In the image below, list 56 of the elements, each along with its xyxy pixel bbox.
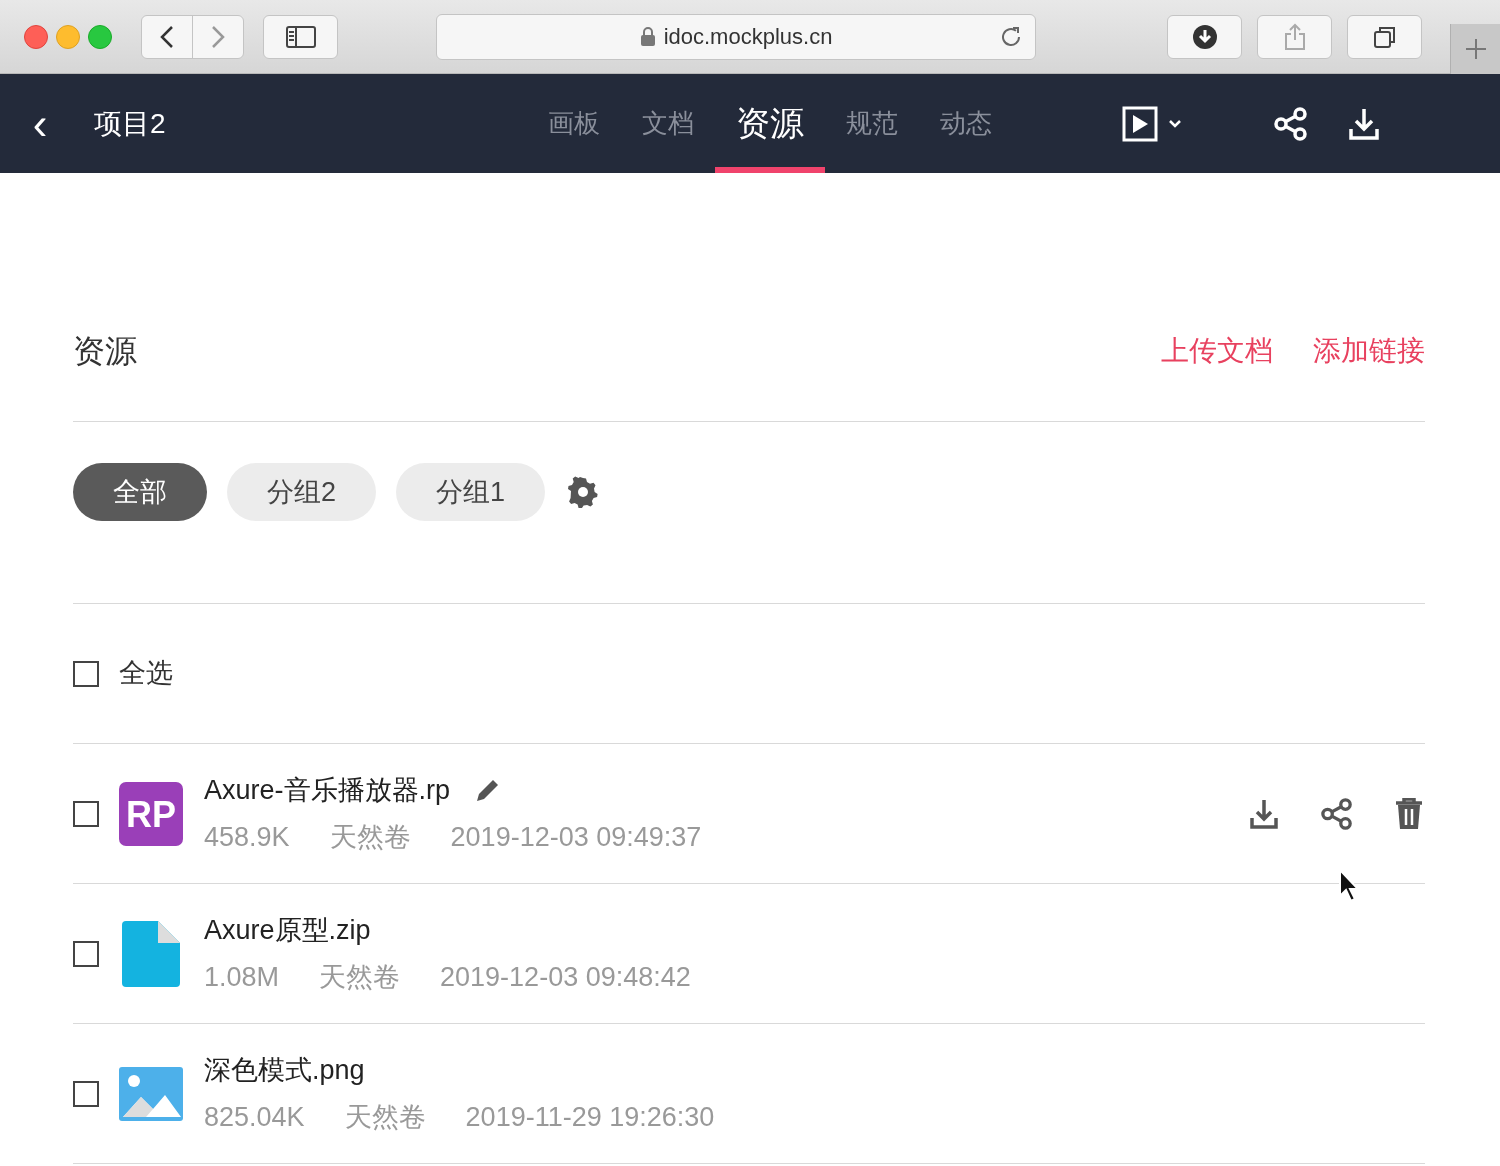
file-name: Axure-音乐播放器.rp [204,774,451,807]
nav-tab[interactable]: 资源 [715,74,825,173]
address-bar[interactable]: idoc.mockplus.cn [436,13,1036,60]
tabs-button[interactable] [1347,14,1422,59]
group-tab[interactable]: 全部 [73,463,207,521]
checkbox[interactable] [73,940,99,967]
nav-tab[interactable]: 动态 [919,74,1013,173]
trash-icon[interactable] [1395,797,1423,830]
checkbox[interactable] [73,800,99,827]
url-text: idoc.mockplus.cn [663,23,833,51]
section-title: 资源 [73,332,137,371]
tabs-icon [1372,24,1397,49]
download-icon [1191,23,1218,50]
nav-tab[interactable]: 画板 [527,74,621,173]
settings-icon[interactable] [567,476,600,508]
nav-tab[interactable]: 规范 [825,74,919,173]
rp-file-icon: RP [119,781,183,846]
sidebar-button[interactable] [263,14,338,59]
select-all-label: 全选 [119,657,173,691]
lock-icon [639,26,656,47]
new-tab-button[interactable] [1450,24,1500,74]
image-file-icon [119,1066,183,1121]
file-time: 2019-12-03 09:48:42 [440,960,691,994]
close-window-button[interactable] [24,24,48,49]
checkbox[interactable] [73,1080,99,1107]
download-icon[interactable] [1249,797,1279,830]
sidebar-icon [285,25,316,48]
plus-icon [1464,38,1487,60]
file-owner: 天然卷 [319,960,401,994]
file-owner: 天然卷 [344,1100,426,1134]
file-size: 458.9K [204,820,290,854]
section-action-link[interactable]: 上传文档 [1161,330,1273,372]
caret-icon [1168,119,1182,129]
file-name: 深色模式.png [204,1054,365,1087]
back-button[interactable]: ‹ [28,101,52,146]
share-icon[interactable] [1274,107,1308,141]
section-action-link[interactable]: 添加链接 [1313,330,1425,372]
preview-button[interactable] [1122,106,1182,142]
checkbox[interactable] [73,660,99,687]
share-icon [1283,22,1306,51]
group-tab[interactable]: 分组2 [227,463,377,521]
file-owner: 天然卷 [329,820,411,854]
file-icon [122,920,180,987]
reload-icon[interactable] [999,24,1023,49]
nav-tab[interactable]: 文档 [621,74,715,173]
project-name: 项目2 [94,106,166,141]
share-icon[interactable] [1321,797,1353,830]
file-time: 2019-12-03 09:49:37 [450,820,702,854]
downloads-button[interactable] [1167,14,1242,59]
chevron-left-icon [160,24,174,49]
chevron-right-icon [211,24,225,49]
file-size: 825.04K [204,1100,305,1134]
group-tab[interactable]: 分组1 [396,463,546,521]
file-time: 2019-11-29 19:26:30 [465,1100,715,1134]
file-size: 1.08M [204,960,280,994]
file-name: Axure原型.zip [204,914,371,947]
